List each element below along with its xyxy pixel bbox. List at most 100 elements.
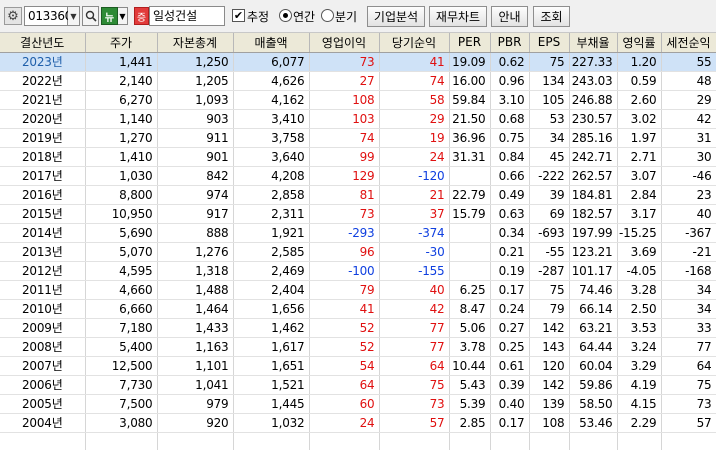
column-header[interactable]: PBR bbox=[490, 33, 530, 53]
table-cell: -374 bbox=[379, 223, 450, 243]
table-cell: 6.25 bbox=[449, 280, 491, 300]
table-cell: 75 bbox=[661, 375, 716, 395]
table-cell: 8.47 bbox=[449, 299, 491, 319]
table-row[interactable]: 2010년 6,660 1,464 1,656 41 42 8.47 0.24 79 66.14 2… bbox=[0, 299, 716, 319]
table-row[interactable]: 2006년 7,730 1,041 1,521 64 75 5.43 0.39 142 59.86… bbox=[0, 375, 716, 395]
column-header[interactable]: 영익률 bbox=[617, 33, 662, 53]
company-name-field[interactable]: 일성건설 bbox=[149, 6, 225, 26]
table-cell: 6,270 bbox=[85, 90, 158, 110]
financial-chart-button[interactable]: 재무차트 bbox=[429, 6, 487, 27]
table-cell: 5,070 bbox=[85, 242, 158, 262]
table-row[interactable]: 2015년 10,950 917 2,311 73 37 15.79 0.63 69 182.57… bbox=[0, 204, 716, 224]
stock-code-input[interactable]: 013360 bbox=[24, 6, 72, 26]
table-cell: 48 bbox=[661, 71, 716, 91]
table-row[interactable]: 2014년 5,690 888 1,921 -293 -374 0.34 -693 197.99… bbox=[0, 223, 716, 243]
column-header[interactable]: 자본총계 bbox=[157, 33, 234, 53]
table-cell: 4.19 bbox=[617, 375, 662, 395]
table-cell: 74 bbox=[379, 71, 450, 91]
table-cell bbox=[309, 432, 380, 450]
table-row[interactable]: 2023년 1,441 1,250 6,077 73 41 19.09 0.62 75 227.3… bbox=[0, 52, 716, 72]
period-annual-radio[interactable] bbox=[279, 9, 292, 22]
table-row[interactable]: 2022년 2,140 1,205 4,626 27 74 16.00 0.96 134 243.… bbox=[0, 71, 716, 91]
guide-button[interactable]: 안내 bbox=[491, 6, 528, 27]
table-row[interactable]: 2008년 5,400 1,163 1,617 52 77 3.78 0.25 143 64.44… bbox=[0, 337, 716, 357]
table-row[interactable]: 2017년 1,030 842 4,208 129 -120 0.66 -222 262.57 3… bbox=[0, 166, 716, 186]
column-header[interactable]: 영업이익 bbox=[309, 33, 380, 53]
table-cell: 60 bbox=[309, 394, 380, 414]
query-button[interactable]: 조회 bbox=[533, 6, 570, 27]
table-cell: 69 bbox=[529, 204, 570, 224]
table-cell: 40 bbox=[661, 204, 716, 224]
estimate-checkbox[interactable]: ✔ bbox=[232, 9, 245, 22]
column-header[interactable]: PER bbox=[449, 33, 491, 53]
year-cell: 2012년 bbox=[0, 261, 86, 281]
table-cell: 129 bbox=[309, 166, 380, 186]
table-cell: 1,318 bbox=[157, 261, 234, 281]
table-row[interactable]: 2009년 7,180 1,433 1,462 52 77 5.06 0.27 142 63.21… bbox=[0, 318, 716, 338]
table-row[interactable]: 2021년 6,270 1,093 4,162 108 58 59.84 3.10 105 246… bbox=[0, 90, 716, 110]
table-cell: 63.21 bbox=[569, 318, 618, 338]
new-listing-icon[interactable]: 뉴 bbox=[101, 7, 118, 25]
table-cell: 41 bbox=[309, 299, 380, 319]
table-cell: 0.25 bbox=[490, 337, 530, 357]
table-row[interactable]: 2007년 12,500 1,101 1,651 54 64 10.44 0.61 120 60.… bbox=[0, 356, 716, 376]
table-row[interactable]: 2012년 4,595 1,318 2,469 -100 -155 0.19 -287 101.… bbox=[0, 261, 716, 281]
table-cell: 4,208 bbox=[233, 166, 310, 186]
table-cell: 3,640 bbox=[233, 147, 310, 167]
table-cell: 230.57 bbox=[569, 109, 618, 129]
table-cell: 1,445 bbox=[233, 394, 310, 414]
table-cell: 29 bbox=[661, 90, 716, 110]
table-cell: 108 bbox=[529, 413, 570, 433]
table-cell: 243.03 bbox=[569, 71, 618, 91]
table-cell: 142 bbox=[529, 375, 570, 395]
table-row[interactable]: 2020년 1,140 903 3,410 103 29 21.50 0.68 53 230.57… bbox=[0, 109, 716, 129]
column-header[interactable]: 세전순익 bbox=[661, 33, 716, 53]
table-row[interactable]: 2019년 1,270 911 3,758 74 19 36.96 0.75 34 285.16 1… bbox=[0, 128, 716, 148]
settings-gear-icon[interactable]: ⚙ bbox=[4, 7, 22, 25]
table-cell: 0.62 bbox=[490, 52, 530, 72]
table-row[interactable]: 2004년 3,080 920 1,032 24 57 2.85 0.17 108 53.46 2.… bbox=[0, 413, 716, 433]
financial-table: 결산년도 주가 자본총계 매출액 영업이익 당기순익 PER PBR EPS 부채율 영익률 세전순익… bbox=[0, 33, 716, 450]
year-cell: 2020년 bbox=[0, 109, 86, 129]
table-cell: 6,660 bbox=[85, 299, 158, 319]
table-cell: 42 bbox=[661, 109, 716, 129]
table-cell: 0.34 bbox=[490, 223, 530, 243]
table-cell: 285.16 bbox=[569, 128, 618, 148]
stock-code-dropdown-icon[interactable]: ▼ bbox=[68, 6, 80, 26]
table-cell: 57 bbox=[379, 413, 450, 433]
financial-data-grid[interactable]: 결산년도 주가 자본총계 매출액 영업이익 당기순익 PER PBR EPS 부채율 영익률 세전순익… bbox=[0, 33, 716, 450]
table-row[interactable]: 2005년 7,500 979 1,445 60 73 5.39 0.40 139 58.50 4.… bbox=[0, 394, 716, 414]
period-quarter-label: 분기 bbox=[335, 10, 358, 24]
table-row[interactable]: 2011년 4,660 1,488 2,404 79 40 6.25 0.17 75 74.46 3… bbox=[0, 280, 716, 300]
column-header[interactable]: 결산년도 bbox=[0, 33, 86, 53]
column-header[interactable]: 매출액 bbox=[233, 33, 310, 53]
table-row[interactable]: 2018년 1,410 901 3,640 99 24 31.31 0.84 45 242.71 2… bbox=[0, 147, 716, 167]
table-cell: 262.57 bbox=[569, 166, 618, 186]
column-header[interactable]: 주가 bbox=[85, 33, 158, 53]
table-cell: 73 bbox=[309, 204, 380, 224]
search-icon[interactable] bbox=[82, 6, 99, 26]
table-cell: 64.44 bbox=[569, 337, 618, 357]
table-cell: 2.71 bbox=[617, 147, 662, 167]
column-header[interactable]: 당기순익 bbox=[379, 33, 450, 53]
year-cell: 2013년 bbox=[0, 242, 86, 262]
column-header[interactable]: EPS bbox=[529, 33, 570, 53]
table-cell: 1,441 bbox=[85, 52, 158, 72]
table-cell: 1,030 bbox=[85, 166, 158, 186]
table-cell: 0.24 bbox=[490, 299, 530, 319]
year-cell: 2021년 bbox=[0, 90, 86, 110]
period-quarter-radio[interactable] bbox=[321, 9, 334, 22]
table-cell: 5.43 bbox=[449, 375, 491, 395]
table-cell: 42 bbox=[379, 299, 450, 319]
table-cell bbox=[449, 166, 491, 186]
table-row[interactable]: 2013년 5,070 1,276 2,585 96 -30 0.21 -55 123.21 3.… bbox=[0, 242, 716, 262]
table-cell: 2.60 bbox=[617, 90, 662, 110]
column-header[interactable]: 부채율 bbox=[569, 33, 618, 53]
year-cell: 2018년 bbox=[0, 147, 86, 167]
table-row[interactable]: 2016년 8,800 974 2,858 81 21 22.79 0.49 39 184.81 2… bbox=[0, 185, 716, 205]
table-cell: 142 bbox=[529, 318, 570, 338]
new-listing-dropdown-icon[interactable]: ▼ bbox=[118, 7, 128, 25]
table-cell: 7,730 bbox=[85, 375, 158, 395]
company-analysis-button[interactable]: 기업분석 bbox=[367, 6, 425, 27]
table-cell: 182.57 bbox=[569, 204, 618, 224]
